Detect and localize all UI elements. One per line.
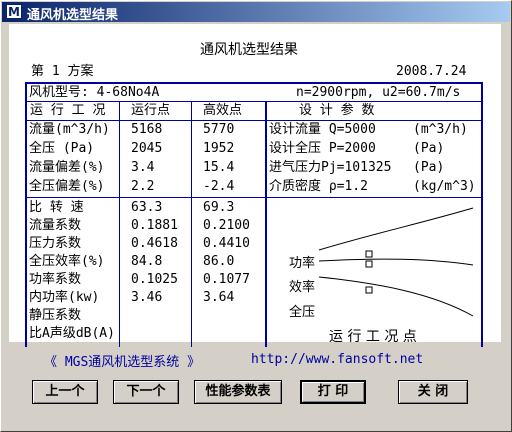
params-table-button[interactable]: 性能参数表 [194,380,282,404]
system-name: 《 MGS通风机选型系统 》 [44,355,201,370]
efficiency-curve [318,276,474,317]
header-operating: 运行点 [131,103,171,118]
speed-info: n=2900rpm, u2=60.7m/s [296,85,461,100]
header-design: 设 计 参 数 [299,103,375,118]
efficiency-operating-marker [365,286,373,294]
power-curve [318,207,474,251]
report-date: 2008.7.24 [396,64,467,79]
header-condition: 运 行 工 况 [30,103,106,118]
curve-label-power: 功率 [289,256,316,271]
power-operating-marker [365,250,373,258]
pressure-operating-marker [365,260,373,268]
next-button[interactable]: 下一个 [113,380,179,404]
report-panel: 通风机选型结果 第 1 方案 2008.7.24 风机型号: 4-68No4A … [9,24,501,347]
window-title: 通风机选型结果 [27,8,119,23]
report-heading: 通风机选型结果 [200,42,298,58]
curve-label-efficiency: 效率 [289,280,316,295]
fan-model: 风机型号: 4-68No4A [29,85,160,100]
close-button[interactable]: 关 闭 [398,380,468,404]
app-icon[interactable]: M [6,4,22,19]
curve-caption: 运 行 工 况 点 [329,329,417,345]
pressure-curve [318,258,474,266]
print-button[interactable]: 打 印 [300,380,366,404]
prev-button[interactable]: 上一个 [32,380,98,404]
performance-curve [318,207,474,317]
website-link[interactable]: http://www.fansoft.net [251,352,423,367]
header-efficient: 高效点 [203,103,243,118]
plan-label: 第 1 方案 [31,64,94,79]
curve-label-pressure: 全压 [289,305,316,320]
title-bar: M 通风机选型结果 [2,2,510,23]
